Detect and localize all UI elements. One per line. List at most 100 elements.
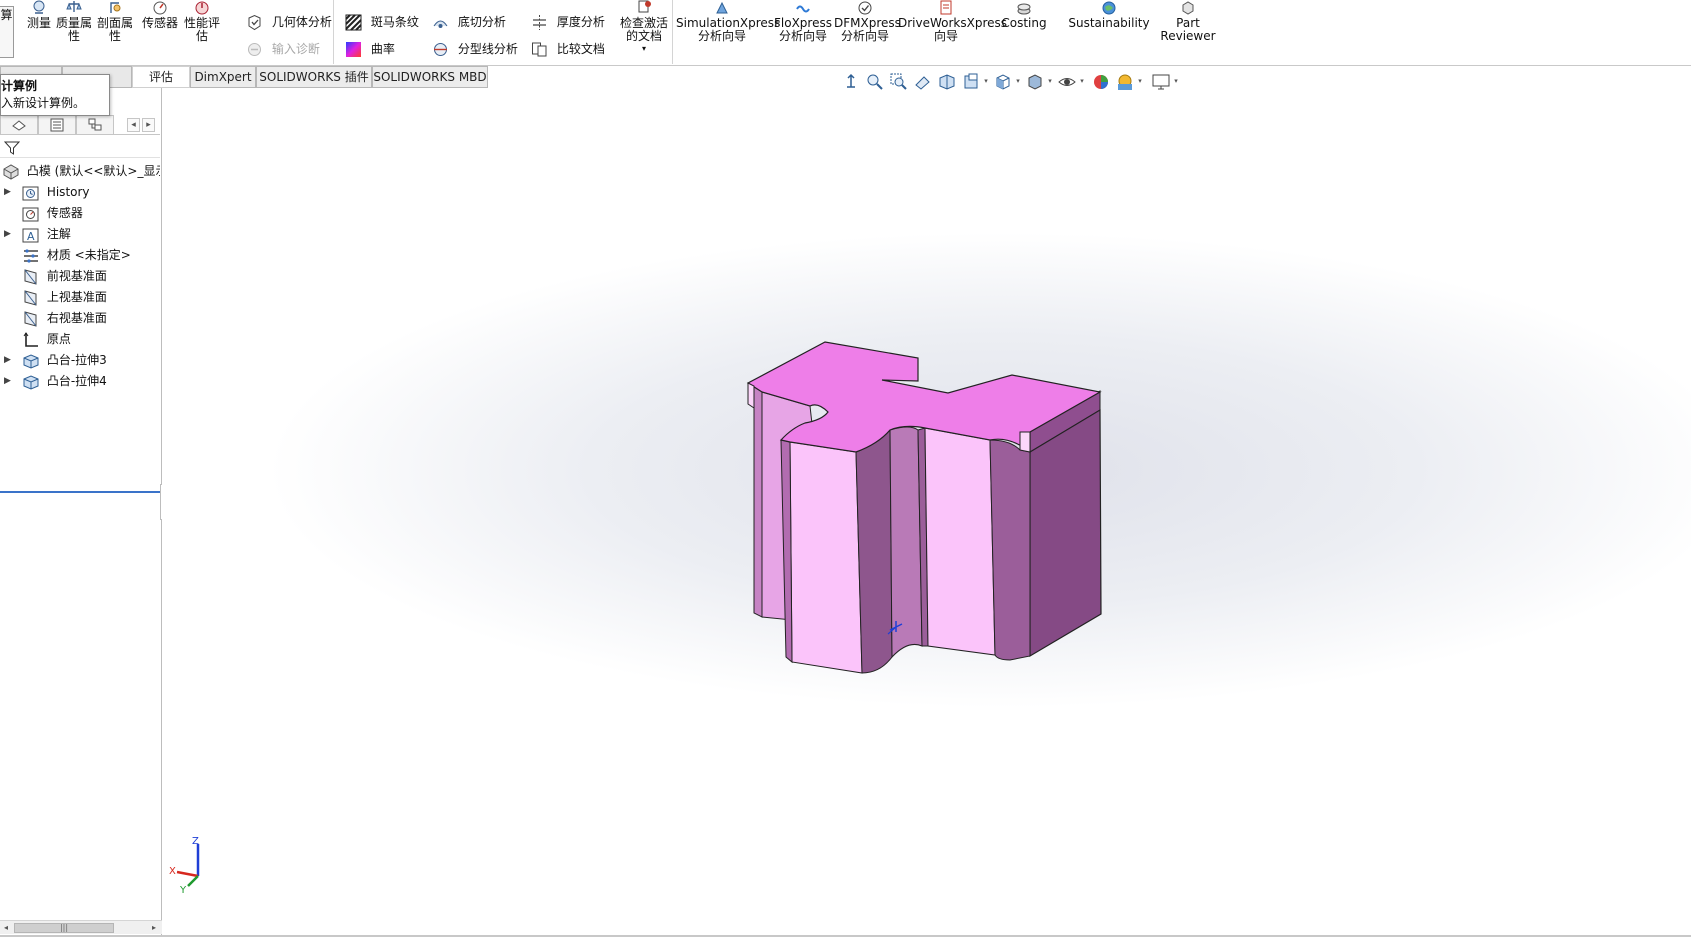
costing-label: Costing — [1001, 16, 1047, 30]
geometry-analysis-button[interactable]: 几何体分析 — [246, 13, 332, 31]
scroll-left-icon[interactable]: ◂ — [0, 921, 12, 935]
compare-documents-button[interactable]: 比较文档 — [531, 40, 605, 58]
expand-arrow-icon[interactable]: ▶ — [4, 182, 14, 202]
geometry-analysis-label: 几何体分析 — [271, 15, 332, 29]
hide-show-items-icon[interactable] — [1056, 71, 1078, 93]
driveworksxpress-icon — [940, 0, 952, 15]
tooltip-description: 入新设计算例。 — [1, 96, 86, 110]
sensor-button[interactable]: 传感器 — [140, 0, 180, 30]
costing-button[interactable]: Costing — [1000, 0, 1048, 30]
tree-item-origin[interactable]: 原点 — [0, 329, 160, 349]
undercut-analysis-icon — [433, 20, 448, 28]
driveworksxpress-button[interactable]: DriveWorksXpress 向导 — [898, 0, 1008, 43]
performance-evaluation-label: 性能评 估 — [183, 16, 220, 43]
parting-line-analysis-button[interactable]: 分型线分析 — [432, 40, 518, 58]
expand-arrow-icon[interactable]: ▶ — [4, 371, 14, 391]
scroll-right-icon[interactable]: ▸ — [148, 921, 160, 935]
sensor-icon — [153, 1, 167, 15]
tab-dimxpert[interactable]: DimXpert — [190, 66, 256, 88]
dropdown-arrow-icon[interactable]: ▾ — [1014, 76, 1022, 86]
compare-documents-icon — [532, 42, 547, 57]
tree-item-right-plane[interactable]: 右视基准面 — [0, 308, 160, 328]
section-view-icon[interactable] — [936, 71, 958, 93]
panel-tabs: ◂ ▸ — [0, 115, 160, 135]
thickness-analysis-button[interactable]: 厚度分析 — [531, 13, 605, 31]
annotations-icon: A — [22, 228, 39, 243]
apply-scene-icon[interactable] — [1114, 71, 1136, 93]
tab-feature-manager[interactable] — [0, 115, 38, 135]
undercut-analysis-button[interactable]: 底切分析 — [432, 13, 506, 31]
tree-item-history[interactable]: ▶ History — [0, 182, 160, 202]
tree-root-part[interactable]: 凸模 (默认<<默认>_显示 — [2, 161, 160, 181]
tab-configuration-manager[interactable] — [76, 115, 114, 135]
feature-tree-filter[interactable] — [0, 138, 160, 158]
reference-triad[interactable]: Z X Y — [168, 836, 208, 896]
simulationxpress-button[interactable]: SimulationXpress 分析向导 — [676, 0, 780, 43]
sustainability-icon — [1102, 1, 1116, 15]
filter-icon[interactable] — [4, 140, 20, 156]
panel-horizontal-scrollbar[interactable]: ◂ ||| ▸ — [0, 920, 162, 934]
tree-item-sensors[interactable]: 传感器 — [0, 203, 160, 223]
check-active-document-label: 检查激活 的文档 — [619, 16, 668, 43]
floxpress-label: FloXpress 分析向导 — [774, 16, 832, 43]
tree-item-label: 凸台-拉伸3 — [46, 353, 107, 367]
dropdown-arrow-icon[interactable]: ▾ — [1078, 76, 1086, 86]
tab-solidworks-mbd[interactable]: SOLIDWORKS MBD — [372, 66, 488, 88]
section-properties-button[interactable]: 剖面属 性 — [97, 0, 133, 43]
tree-item-label: History — [46, 185, 90, 199]
graphics-area[interactable] — [162, 88, 1691, 937]
previous-view-icon[interactable] — [912, 71, 934, 93]
floxpress-icon — [796, 5, 810, 13]
dropdown-arrow-icon[interactable]: ▾ — [1136, 76, 1144, 86]
tree-item-boss-extrude-3[interactable]: ▶ 凸台-拉伸3 — [0, 350, 160, 370]
driveworksxpress-label: DriveWorksXpress 向导 — [898, 16, 1008, 43]
expand-arrow-icon[interactable]: ▶ — [4, 350, 14, 370]
check-active-document-dropdown-icon[interactable]: ▾ — [616, 43, 672, 55]
panel-tab-prev-button[interactable]: ◂ — [127, 118, 140, 132]
mass-properties-button[interactable]: 质量属 性 — [56, 0, 92, 43]
triad-z-label: Z — [192, 836, 199, 847]
import-diagnostics-button[interactable]: 输入诊断 — [246, 40, 320, 58]
zoom-to-fit-icon[interactable] — [864, 71, 886, 93]
display-style-icon[interactable] — [1024, 71, 1046, 93]
performance-evaluation-icon — [195, 1, 209, 15]
tree-item-material[interactable]: 材质 <未指定> — [0, 245, 160, 265]
dynamic-annotation-view-icon[interactable] — [960, 71, 982, 93]
view-settings-icon[interactable] — [1150, 71, 1172, 93]
floxpress-button[interactable]: FloXpress 分析向导 — [774, 0, 832, 43]
plane-icon — [24, 310, 37, 327]
scroll-thumb[interactable]: ||| — [14, 923, 114, 933]
zoom-to-area-icon[interactable] — [888, 71, 910, 93]
tab-evaluate[interactable]: 评估 — [132, 66, 190, 88]
dropdown-arrow-icon[interactable]: ▾ — [1046, 76, 1054, 86]
undercut-analysis-label: 底切分析 — [457, 15, 506, 29]
tree-item-label: 凸台-拉伸4 — [46, 374, 107, 388]
curvature-button[interactable]: 曲率 — [345, 40, 395, 58]
view-orientation-icon[interactable] — [992, 71, 1014, 93]
tree-item-top-plane[interactable]: 上视基准面 — [0, 287, 160, 307]
expand-arrow-icon[interactable]: ▶ — [4, 224, 14, 244]
check-active-document-button[interactable]: 检查激活 的文档 ▾ — [616, 0, 672, 55]
zebra-stripes-button[interactable]: 斑马条纹 — [345, 13, 419, 31]
performance-evaluation-button[interactable]: 性能评 估 — [182, 0, 222, 43]
tree-item-front-plane[interactable]: 前视基准面 — [0, 266, 160, 286]
tree-item-label: 传感器 — [46, 206, 83, 220]
section-properties-label: 剖面属 性 — [97, 16, 134, 43]
edit-appearance-icon[interactable] — [1090, 71, 1112, 93]
part-reviewer-button[interactable]: Part Reviewer — [1156, 0, 1220, 43]
material-icon — [24, 248, 38, 263]
measure-button[interactable]: 测量 — [24, 0, 54, 30]
rollback-bar[interactable] — [0, 491, 160, 493]
view-orientation-up-icon[interactable] — [840, 71, 862, 93]
design-study-button-partial[interactable]: 算 — [0, 6, 14, 58]
dropdown-arrow-icon[interactable]: ▾ — [1172, 76, 1180, 86]
tab-solidworks-addins[interactable]: SOLIDWORKS 插件 — [256, 66, 372, 88]
ribbon-separator — [333, 0, 334, 64]
sustainability-button[interactable]: Sustainability — [1064, 0, 1154, 30]
panel-tab-next-button[interactable]: ▸ — [142, 118, 155, 132]
dropdown-arrow-icon[interactable]: ▾ — [982, 76, 990, 86]
dfmxpress-button[interactable]: DFMXpress 分析向导 — [834, 0, 901, 43]
tree-item-annotations[interactable]: ▶ A 注解 — [0, 224, 160, 244]
tab-property-manager[interactable] — [38, 115, 76, 135]
tree-item-boss-extrude-4[interactable]: ▶ 凸台-拉伸4 — [0, 371, 160, 391]
